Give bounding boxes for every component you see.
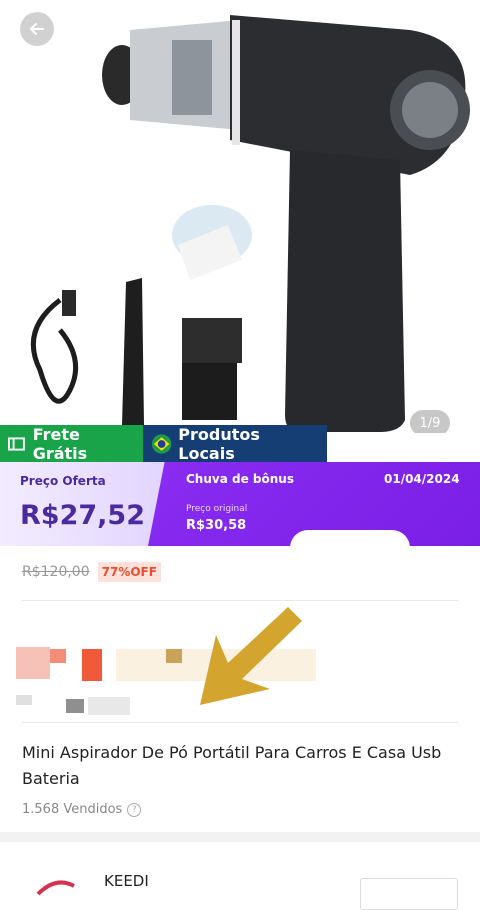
shop-name[interactable]: KEEDI xyxy=(104,872,149,890)
arrow-down-left-icon xyxy=(200,607,302,705)
badge-row: Frete Grátis Produtos Locais xyxy=(0,424,327,463)
sold-count-label: 1.568 Vendidos xyxy=(22,802,123,817)
divider xyxy=(22,722,458,723)
product-image xyxy=(30,15,470,432)
free-shipping-badge: Frete Grátis xyxy=(0,424,143,463)
offer-price: R$27,52 xyxy=(20,500,145,531)
image-counter: 1/9 xyxy=(410,410,450,433)
banner-wave xyxy=(290,530,410,546)
promo-area xyxy=(0,601,480,721)
sold-count: 1.568 Vendidos ? xyxy=(22,802,142,817)
truck-icon xyxy=(8,436,25,451)
arrow-left-icon xyxy=(30,23,44,35)
old-price: R$120,00 xyxy=(22,564,90,580)
original-price-label: Preço original xyxy=(186,504,248,514)
local-products-badge: Produtos Locais xyxy=(143,424,327,463)
discount-row: R$120,00 77%OFF xyxy=(22,562,161,582)
discount-badge: 77%OFF xyxy=(97,562,161,582)
back-button[interactable] xyxy=(20,12,54,46)
section-separator xyxy=(0,832,480,842)
local-products-label: Produtos Locais xyxy=(178,424,260,463)
bonus-date: 01/04/2024 xyxy=(384,472,460,486)
offer-label: Preço Oferta xyxy=(20,474,106,488)
question-icon[interactable]: ? xyxy=(127,802,142,817)
price-banner: Preço Oferta R$27,52 Chuva de bônus 01/0… xyxy=(0,462,480,546)
product-image-gallery[interactable]: 1/9 xyxy=(0,0,480,433)
original-price: R$30,58 xyxy=(186,518,247,533)
shop-row[interactable]: KEEDI xyxy=(0,842,480,910)
shop-logo-icon xyxy=(36,880,75,896)
bonus-label: Chuva de bônus xyxy=(186,472,294,486)
product-title: Mini Aspirador De Pó Portátil Para Carro… xyxy=(22,743,442,788)
shop-action-button[interactable] xyxy=(360,878,458,910)
brazil-flag-icon xyxy=(151,433,172,454)
free-shipping-label: Frete Grátis xyxy=(32,424,88,463)
